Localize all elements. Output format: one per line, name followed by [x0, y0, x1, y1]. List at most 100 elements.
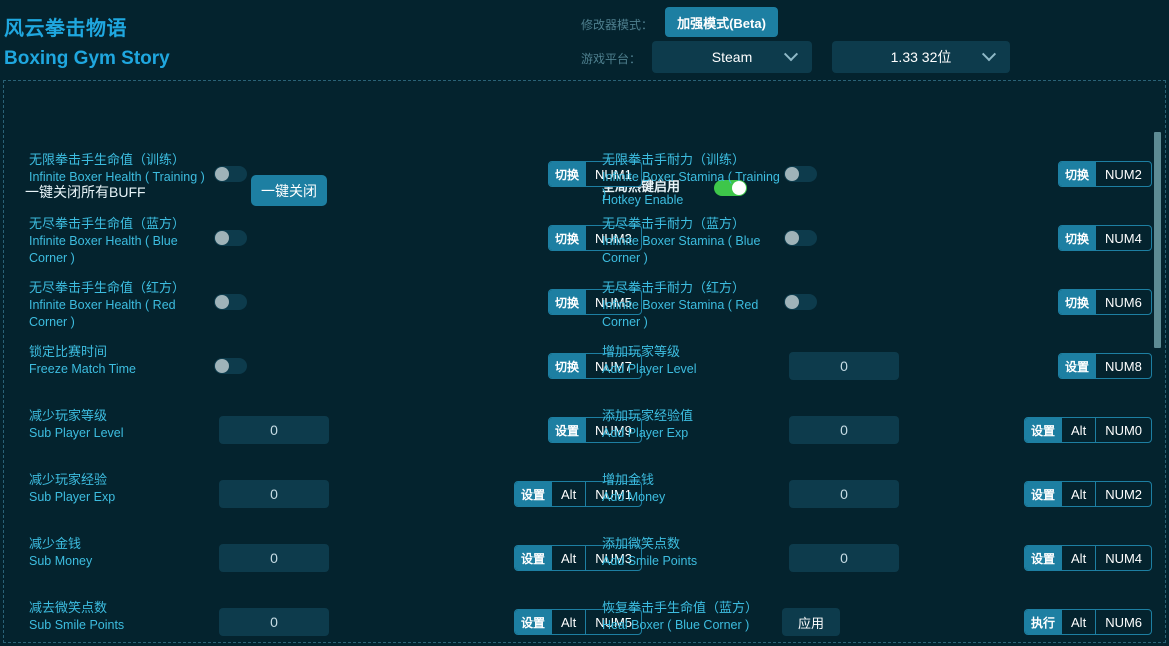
hotkey-key[interactable]: NUM2	[1095, 482, 1151, 506]
hotkey-action[interactable]: 切换	[1059, 226, 1096, 250]
onekey-disable-button[interactable]: 一键关闭	[251, 175, 327, 206]
hotkey-action[interactable]: 设置	[549, 418, 586, 442]
cheat-value-input[interactable]	[219, 416, 329, 444]
toggle-knob	[215, 167, 229, 181]
hotkey-action[interactable]: 切换	[1059, 162, 1096, 186]
cheat-label-cn: 添加微笑点数	[602, 536, 681, 551]
hotkey-key[interactable]: NUM6	[1095, 290, 1151, 314]
cheat-label-en: Infinite Boxer Health ( Blue Corner )	[29, 234, 178, 265]
cheat-label-cn: 无尽拳击手耐力（蓝方）	[602, 216, 746, 231]
hotkey-action[interactable]: 设置	[515, 610, 552, 634]
game-platform-label: 游戏平台：	[581, 52, 642, 66]
cheat-label-en: Sub Money	[29, 554, 93, 568]
cheat-label-cn: 无尽拳击手生命值（蓝方）	[29, 216, 186, 231]
hotkey-group[interactable]: 设置 Alt NUM4	[1024, 545, 1153, 571]
hotkey-key[interactable]: NUM0	[1095, 418, 1151, 442]
cheat-row-label: 无尽拳击手耐力（红方） Infinite Boxer Stamina ( Red …	[602, 279, 782, 331]
cheat-label-en: Add Player Level	[602, 362, 697, 376]
cheat-label-cn: 无限拳击手耐力（训练）	[602, 152, 746, 167]
hotkey-action[interactable]: 设置	[1025, 418, 1062, 442]
cheat-toggle[interactable]	[214, 358, 247, 374]
cheat-row-label: 减去微笑点数 Sub Smile Points	[29, 599, 209, 634]
cheat-label-cn: 增加玩家等级	[602, 344, 681, 359]
cheat-row-label: 添加微笑点数 Add Smile Points	[602, 535, 782, 570]
cheat-value-input[interactable]	[789, 352, 899, 380]
cheat-value-input[interactable]	[219, 480, 329, 508]
hotkey-key[interactable]: NUM4	[1095, 546, 1151, 570]
cheat-label-en: Infinite Boxer Stamina ( Training )	[602, 170, 780, 201]
hotkey-action[interactable]: 设置	[1059, 354, 1096, 378]
hotkey-key[interactable]: Alt	[1061, 418, 1095, 442]
cheat-label-cn: 无尽拳击手耐力（红方）	[602, 280, 746, 295]
hotkey-action[interactable]: 切换	[549, 226, 586, 250]
version-select[interactable]: 1.33 32位	[832, 41, 1010, 73]
hotkey-group[interactable]: 执行 Alt NUM6	[1024, 609, 1153, 635]
hotkey-group[interactable]: 设置 Alt NUM0	[1024, 417, 1153, 443]
cheat-label-en: Infinite Boxer Stamina ( Blue Corner )	[602, 234, 761, 265]
platform-select[interactable]: Steam	[652, 41, 812, 73]
cheat-label-en: Infinite Boxer Health ( Training )	[29, 170, 205, 184]
hotkey-group[interactable]: 切换 NUM6	[1058, 289, 1152, 315]
cheat-toggle[interactable]	[784, 294, 817, 310]
cheat-value-input[interactable]	[219, 544, 329, 572]
scrollbar-track[interactable]	[1154, 82, 1163, 641]
hotkey-action[interactable]: 设置	[515, 482, 552, 506]
hotkey-key[interactable]: Alt	[551, 546, 585, 570]
hotkey-key[interactable]: Alt	[551, 610, 585, 634]
hotkey-key[interactable]: NUM2	[1095, 162, 1151, 186]
hotkey-group[interactable]: 切换 NUM4	[1058, 225, 1152, 251]
modifier-window: 风云拳击物语 Boxing Gym Story 修改器模式： 加强模式(Beta…	[0, 0, 1169, 646]
cheat-row-label: 减少玩家经验 Sub Player Exp	[29, 471, 209, 506]
hotkey-action[interactable]: 执行	[1025, 610, 1062, 634]
cheat-row-label: 添加玩家经验值 Add Player Exp	[602, 407, 782, 442]
hotkey-action[interactable]: 切换	[1059, 290, 1096, 314]
hotkey-key[interactable]: Alt	[1061, 546, 1095, 570]
cheat-value-input[interactable]	[789, 480, 899, 508]
toggle-knob	[215, 231, 229, 245]
cheat-row-label: 无限拳击手耐力（训练） Infinite Boxer Stamina ( Trai…	[602, 151, 782, 203]
hotkey-action[interactable]: 设置	[515, 546, 552, 570]
hotkey-key[interactable]: Alt	[551, 482, 585, 506]
hotkey-group[interactable]: 设置 Alt NUM2	[1024, 481, 1153, 507]
cheat-toggle[interactable]	[214, 166, 247, 182]
hotkey-key[interactable]: Alt	[1061, 610, 1095, 634]
modifier-mode-button[interactable]: 加强模式(Beta)	[665, 7, 778, 37]
hotkey-action[interactable]: 设置	[1025, 482, 1062, 506]
cheat-row-label: 锁定比赛时间 Freeze Match Time	[29, 343, 209, 378]
cheat-row-label: 无尽拳击手生命值（蓝方） Infinite Boxer Health ( Blue…	[29, 215, 209, 267]
cheat-row-label: 减少金钱 Sub Money	[29, 535, 209, 570]
toggle-knob	[785, 295, 799, 309]
hotkey-group[interactable]: 切换 NUM2	[1058, 161, 1152, 187]
cheat-value-input[interactable]	[789, 544, 899, 572]
cheat-label-cn: 无尽拳击手生命值（红方）	[29, 280, 186, 295]
cheat-value-input[interactable]	[219, 608, 329, 636]
toggle-knob	[785, 167, 799, 181]
cheat-row-label: 恢复拳击手生命值（蓝方） Heal Boxer ( Blue Corner )	[602, 599, 782, 634]
cheat-label-en: Sub Smile Points	[29, 618, 125, 632]
hotkey-action[interactable]: 切换	[549, 290, 586, 314]
cheat-toggle[interactable]	[214, 294, 247, 310]
chevron-down-icon	[981, 47, 997, 62]
scrollbar-thumb[interactable]	[1154, 132, 1161, 348]
cheat-label-en: Freeze Match Time	[29, 362, 136, 376]
cheat-toggle[interactable]	[214, 230, 247, 246]
platform-select-value: Steam	[711, 49, 753, 65]
hotkey-key[interactable]: NUM8	[1095, 354, 1151, 378]
hotkey-key[interactable]: Alt	[1061, 482, 1095, 506]
cheat-label-en: Sub Player Level	[29, 426, 124, 440]
cheat-apply-button[interactable]: 应用	[782, 608, 840, 636]
hotkey-action[interactable]: 切换	[549, 162, 586, 186]
cheat-toggle[interactable]	[784, 166, 817, 182]
hotkey-action[interactable]: 切换	[549, 354, 586, 378]
cheat-row-label: 增加玩家等级 Add Player Level	[602, 343, 782, 378]
page-title-cn: 风云拳击物语	[4, 18, 127, 40]
hotkey-action[interactable]: 设置	[1025, 546, 1062, 570]
hotkey-group[interactable]: 设置 NUM8	[1058, 353, 1152, 379]
cheat-label-cn: 添加玩家经验值	[602, 408, 694, 423]
hotkey-key[interactable]: NUM6	[1095, 610, 1151, 634]
cheat-row-label: 无尽拳击手生命值（红方） Infinite Boxer Health ( Red …	[29, 279, 209, 331]
hotkey-key[interactable]: NUM4	[1095, 226, 1151, 250]
cheat-toggle[interactable]	[784, 230, 817, 246]
chevron-down-icon	[783, 47, 799, 62]
cheat-value-input[interactable]	[789, 416, 899, 444]
